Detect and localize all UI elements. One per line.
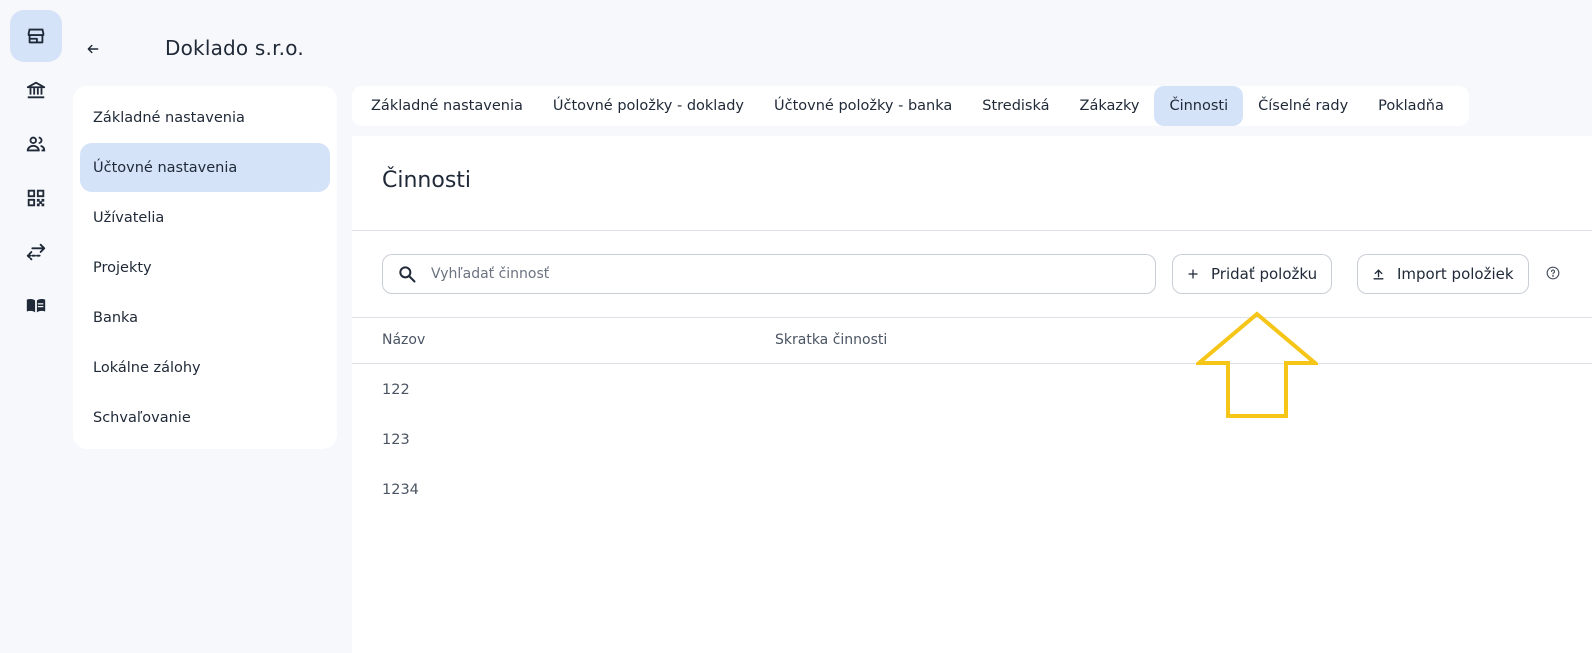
search-input[interactable] (431, 266, 1131, 282)
add-item-label: Pridať položku (1211, 265, 1318, 283)
page-title: Činnosti (382, 168, 472, 193)
import-items-label: Import položiek (1397, 265, 1514, 283)
bank-icon (26, 81, 46, 99)
rail-qr-button[interactable] (10, 172, 62, 224)
tab-number-series[interactable]: Číselné rady (1243, 86, 1363, 126)
qr-code-icon (27, 189, 45, 207)
help-circle-icon (1546, 266, 1560, 280)
settings-item-users[interactable]: Užívatelia (80, 193, 330, 242)
import-items-button[interactable]: Import položiek (1357, 254, 1529, 294)
settings-nav: Základné nastavenia Účtovné nastavenia U… (73, 86, 337, 449)
divider (352, 363, 1592, 364)
search-box[interactable] (382, 254, 1156, 294)
add-item-button[interactable]: Pridať položku (1172, 254, 1333, 294)
settings-item-projects[interactable]: Projekty (80, 243, 330, 292)
book-icon (26, 298, 46, 313)
icon-rail (0, 0, 70, 653)
row-name: 123 (382, 432, 410, 448)
plus-icon (1188, 269, 1198, 279)
column-header-short[interactable]: Skratka činnosti (775, 332, 887, 348)
rail-store-button[interactable] (10, 10, 62, 62)
settings-item-approval[interactable]: Schvaľovanie (80, 393, 330, 442)
help-button[interactable] (1545, 265, 1561, 281)
rail-users-button[interactable] (10, 118, 62, 170)
tab-activities[interactable]: Činnosti (1154, 86, 1244, 126)
swap-arrows-icon (26, 243, 46, 261)
search-icon (399, 266, 416, 283)
tab-cost-centers[interactable]: Strediská (967, 86, 1064, 126)
activities-panel: Činnosti Pridať položku Import položiek … (352, 136, 1592, 653)
divider (352, 230, 1592, 231)
arrow-left-icon (87, 44, 99, 54)
rail-book-button[interactable] (10, 280, 62, 332)
back-button[interactable] (80, 36, 106, 62)
settings-item-accounting[interactable]: Účtovné nastavenia (80, 143, 330, 192)
column-header-name[interactable]: Názov (382, 332, 425, 348)
tab-cash-register[interactable]: Pokladňa (1363, 86, 1459, 126)
tab-accounting-items-documents[interactable]: Účtovné položky - doklady (538, 86, 759, 126)
tab-accounting-items-bank[interactable]: Účtovné položky - banka (759, 86, 967, 126)
rail-transfers-button[interactable] (10, 226, 62, 278)
people-icon (26, 136, 46, 152)
divider (352, 317, 1592, 318)
tab-basic-settings[interactable]: Základné nastavenia (356, 86, 538, 126)
rail-bank-button[interactable] (10, 64, 62, 116)
settings-item-bank[interactable]: Banka (80, 293, 330, 342)
table-row[interactable]: 123 (352, 417, 1592, 466)
table-row[interactable]: 122 (352, 367, 1592, 416)
tab-orders[interactable]: Zákazky (1065, 86, 1155, 126)
row-name: 1234 (382, 482, 419, 498)
tab-bar: Základné nastavenia Účtovné položky - do… (352, 86, 1469, 126)
store-icon (27, 28, 45, 44)
settings-item-basic[interactable]: Základné nastavenia (80, 93, 330, 142)
settings-item-local-backups[interactable]: Lokálne zálohy (80, 343, 330, 392)
row-name: 122 (382, 382, 410, 398)
upload-icon (1373, 268, 1384, 280)
table-row[interactable]: 1234 (352, 467, 1592, 516)
company-name: Doklado s.r.o. (165, 36, 304, 60)
